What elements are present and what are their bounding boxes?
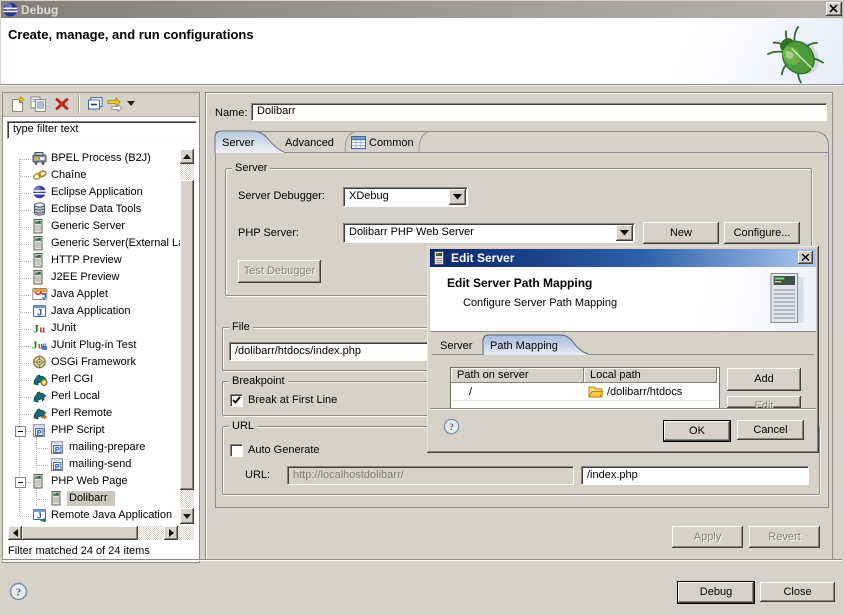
svg-text:J: J bbox=[37, 308, 42, 318]
svg-text:P: P bbox=[55, 462, 60, 471]
svg-text:J: J bbox=[33, 322, 39, 336]
svg-text:J: J bbox=[42, 292, 46, 301]
svg-text:P: P bbox=[37, 428, 42, 437]
svg-text:J: J bbox=[37, 512, 41, 521]
svg-text:P: P bbox=[55, 445, 60, 454]
svg-text:?: ? bbox=[449, 422, 454, 433]
svg-text:?: ? bbox=[16, 587, 22, 599]
svg-text:u: u bbox=[40, 325, 46, 336]
